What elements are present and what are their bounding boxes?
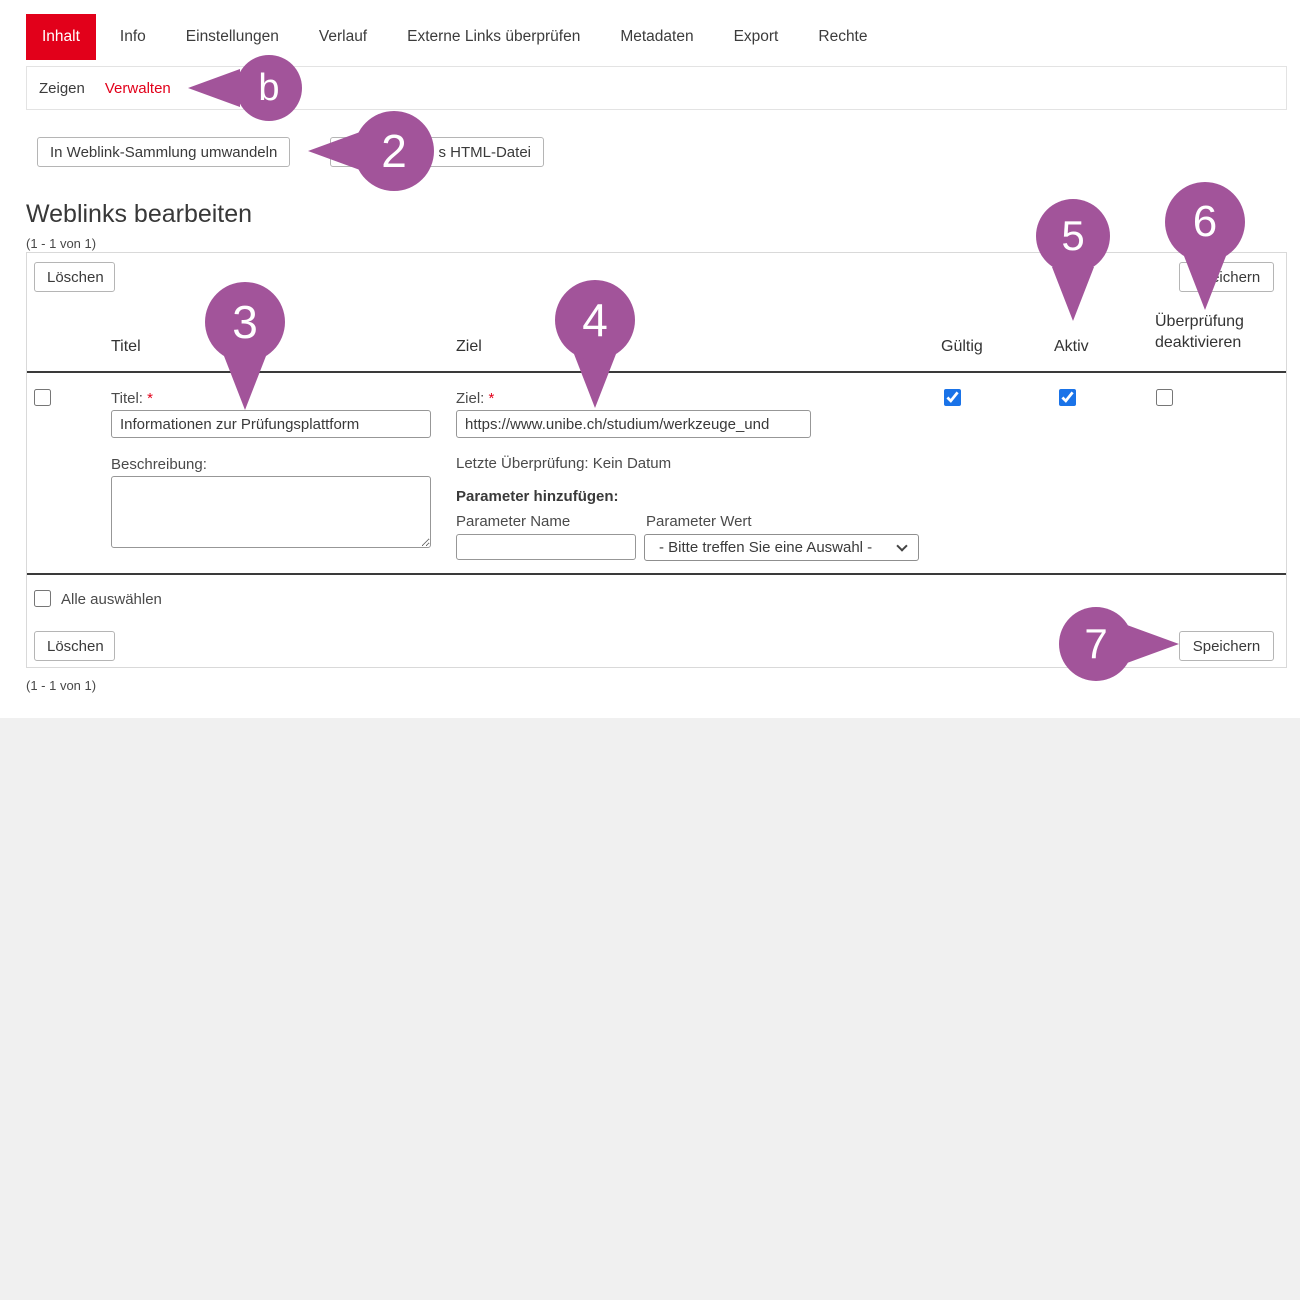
parameter-wert-select[interactable]: - Bitte treffen Sie eine Auswahl - <box>644 534 919 561</box>
column-header-ziel: Ziel <box>456 338 482 356</box>
titel-input[interactable] <box>111 410 431 438</box>
column-header-titel: Titel <box>111 338 141 356</box>
column-header-ueberpruefung-deaktivieren: Überprüfung deaktivieren <box>1155 311 1270 353</box>
convert-to-weblink-collection-button[interactable]: In Weblink-Sammlung umwandeln <box>37 137 290 167</box>
parameter-wert-label: Parameter Wert <box>646 513 752 530</box>
parameter-name-label: Parameter Name <box>456 513 570 530</box>
select-all-checkbox[interactable] <box>34 590 51 607</box>
letzte-ueberpruefung-text: Letzte Überprüfung: Kein Datum <box>456 455 671 472</box>
chevron-down-icon <box>896 540 907 551</box>
save-button-bottom[interactable]: Speichern <box>1179 631 1274 661</box>
beschreibung-field-label: Beschreibung: <box>111 456 207 473</box>
delete-button-top[interactable]: Löschen <box>34 262 115 292</box>
pin-tail-down-icon <box>574 354 616 408</box>
subtab-zeigen[interactable]: Zeigen <box>39 80 85 97</box>
tab-inhalt[interactable]: Inhalt <box>26 14 96 60</box>
tab-einstellungen[interactable]: Einstellungen <box>170 14 295 60</box>
pin-tail-right-icon <box>1127 625 1179 663</box>
required-asterisk: * <box>147 390 153 407</box>
pagination-top: (1 - 1 von 1) <box>26 236 96 251</box>
delete-button-bottom[interactable]: Löschen <box>34 631 115 661</box>
parameter-wert-selected-value: - Bitte treffen Sie eine Auswahl - <box>659 539 872 556</box>
gueltig-checkbox[interactable] <box>944 389 961 406</box>
tab-rechte[interactable]: Rechte <box>802 14 883 60</box>
tab-export[interactable]: Export <box>718 14 795 60</box>
tab-verlauf[interactable]: Verlauf <box>303 14 383 60</box>
beschreibung-textarea[interactable] <box>111 476 431 548</box>
ziel-input[interactable] <box>456 410 811 438</box>
screen: Inhalt Info Einstellungen Verlauf Extern… <box>0 0 1300 1300</box>
subtab-verwalten[interactable]: Verwalten <box>105 80 171 97</box>
column-header-gueltig: Gültig <box>941 338 983 356</box>
pin-tail-down-icon <box>1184 256 1226 310</box>
header-divider <box>27 371 1286 373</box>
parameter-name-input[interactable] <box>456 534 636 560</box>
pagination-bottom: (1 - 1 von 1) <box>26 678 96 693</box>
select-all-label: Alle auswählen <box>61 591 162 608</box>
pin-tail-left-icon <box>188 69 240 107</box>
footer-divider <box>27 573 1286 575</box>
page-title: Weblinks bearbeiten <box>26 200 252 229</box>
tab-metadaten[interactable]: Metadaten <box>604 14 709 60</box>
tab-externe-links-ueberpruefen[interactable]: Externe Links überprüfen <box>391 14 596 60</box>
row-select-checkbox[interactable] <box>34 389 51 406</box>
titel-field-label: Titel: * <box>111 390 153 407</box>
parameter-hinzufuegen-heading: Parameter hinzufügen: <box>456 488 619 505</box>
main-tabbar: Inhalt Info Einstellungen Verlauf Extern… <box>26 14 884 60</box>
pin-tail-down-icon <box>224 356 266 410</box>
ueberpruefung-deaktivieren-checkbox[interactable] <box>1156 389 1173 406</box>
pin-tail-down-icon <box>1052 267 1094 321</box>
pin-tail-left-icon <box>308 132 360 170</box>
required-asterisk: * <box>489 390 495 407</box>
aktiv-checkbox[interactable] <box>1059 389 1076 406</box>
tab-info[interactable]: Info <box>104 14 162 60</box>
column-header-aktiv: Aktiv <box>1054 338 1089 356</box>
ziel-field-label: Ziel: * <box>456 390 494 407</box>
page-background-lower <box>0 718 1300 1300</box>
